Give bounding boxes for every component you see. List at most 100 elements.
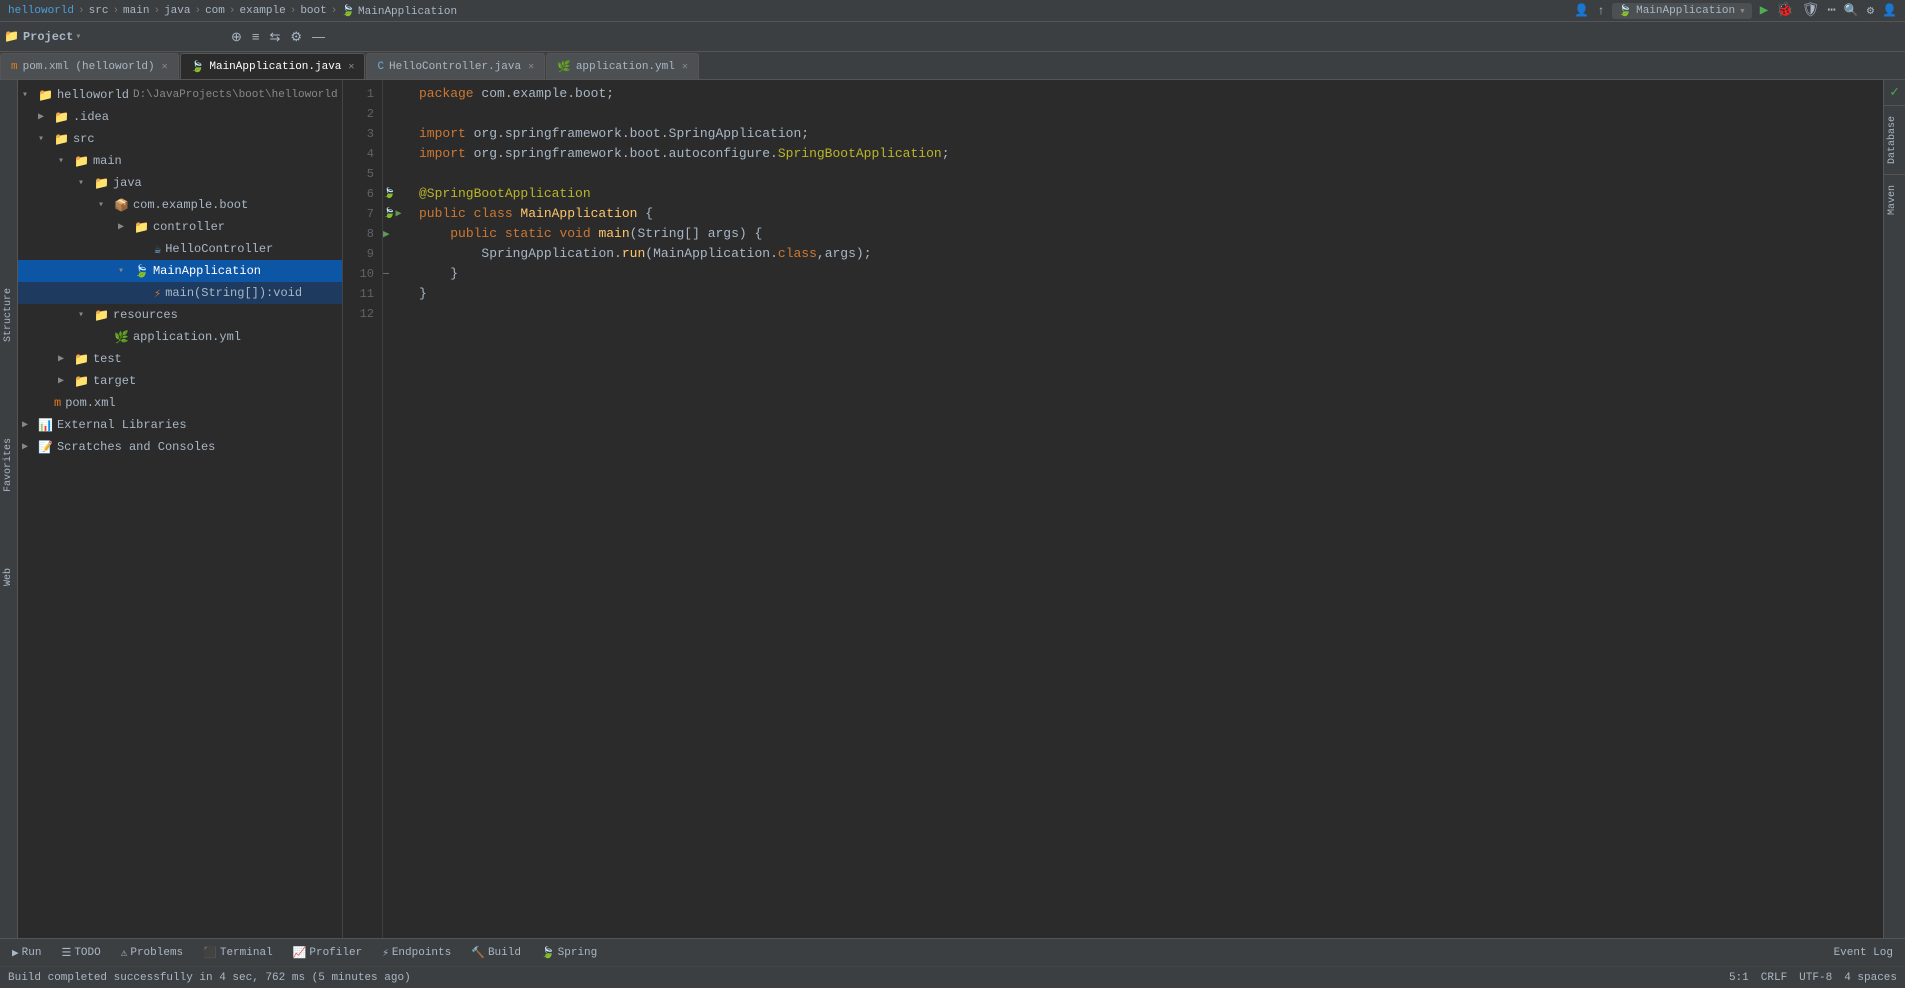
- run-gutter-6[interactable]: 🍃: [383, 184, 403, 204]
- spring-button[interactable]: 🍃 Spring: [537, 944, 601, 962]
- breadcrumb-src[interactable]: src: [89, 5, 109, 17]
- vcs-icon[interactable]: ↑: [1597, 4, 1604, 18]
- tree-item-test[interactable]: ▶ 📁 test: [18, 348, 342, 370]
- terminal-icon: ⬛: [203, 946, 217, 960]
- hello-tab-close[interactable]: ✕: [528, 61, 534, 73]
- collapse-all-button[interactable]: ≡: [248, 27, 264, 46]
- terminal-label: Terminal: [220, 947, 273, 959]
- tree-item-helloworld[interactable]: ▾ 📁 helloworld D:\JavaProjects\boot\hell…: [18, 84, 342, 106]
- tree-label-controller: controller: [153, 220, 225, 234]
- code-line-7: public class MainApplication {: [419, 204, 1883, 224]
- tree-label-main: main: [93, 154, 122, 168]
- run-gutter-8[interactable]: ▶: [383, 224, 403, 244]
- user-icon[interactable]: 👤: [1574, 3, 1589, 18]
- tree-item-src[interactable]: ▾ 📁 src: [18, 128, 342, 150]
- arrow-scratches: ▶: [22, 441, 38, 453]
- more-run-icon[interactable]: ⋯: [1827, 2, 1835, 19]
- code-line-1: package com.example.boot;: [419, 84, 1883, 104]
- top-bar: helloworld › src › main › java › com › e…: [0, 0, 1905, 22]
- profiler-label: Profiler: [309, 947, 362, 959]
- app-tab-label: application.yml: [576, 61, 675, 73]
- tree-item-hellocontroller[interactable]: ☕ HelloController: [18, 238, 342, 260]
- breadcrumb-com[interactable]: com: [205, 5, 225, 17]
- folder-controller-icon: 📁: [134, 220, 149, 235]
- database-tab[interactable]: Database: [1884, 105, 1905, 174]
- tree-item-main-method[interactable]: ⚡ main(String[]):void: [18, 282, 342, 304]
- build-button[interactable]: 🔨 Build: [467, 944, 525, 962]
- debug-button[interactable]: 🐞: [1776, 2, 1793, 19]
- tree-item-idea[interactable]: ▶ 📁 .idea: [18, 106, 342, 128]
- breadcrumb-boot[interactable]: boot: [300, 5, 326, 17]
- fold-button[interactable]: ⇆: [265, 27, 284, 47]
- search-button[interactable]: 🔍: [1844, 3, 1859, 18]
- profiler-button[interactable]: 📈 Profiler: [289, 944, 367, 962]
- problems-label: Problems: [130, 947, 183, 959]
- tree-item-package[interactable]: ▾ 📦 com.example.boot: [18, 194, 342, 216]
- tree-label-idea: .idea: [73, 110, 109, 124]
- web-tab[interactable]: Web: [1, 560, 16, 594]
- tree-item-resources[interactable]: ▾ 📁 resources: [18, 304, 342, 326]
- folder-src-icon: 📁: [54, 132, 69, 147]
- main-tab-icon: 🍃: [191, 60, 205, 74]
- structure-tab[interactable]: Structure: [1, 280, 16, 350]
- tree-item-mainapplication[interactable]: ▾ 🍃 MainApplication: [18, 260, 342, 282]
- tab-pom[interactable]: m pom.xml (helloworld) ✕: [0, 53, 179, 79]
- problems-button[interactable]: ⚠ Problems: [117, 944, 187, 962]
- left-side-panel: Structure Favorites Web: [0, 80, 18, 938]
- project-dropdown-icon[interactable]: ▾: [75, 31, 81, 43]
- app-tab-close[interactable]: ✕: [682, 61, 688, 73]
- indent-setting[interactable]: 4 spaces: [1844, 972, 1897, 984]
- breadcrumb-main[interactable]: main: [123, 5, 149, 17]
- coverage-button[interactable]: 🛡: [1802, 2, 1820, 19]
- tree-item-extlibs[interactable]: ▶ 📊 External Libraries: [18, 414, 342, 436]
- tree-item-target[interactable]: ▶ 📁 target: [18, 370, 342, 392]
- run-button[interactable]: ▶: [1760, 2, 1768, 19]
- endpoints-button[interactable]: ⚡ Endpoints: [378, 944, 455, 962]
- tree-label-test: test: [93, 352, 122, 366]
- run-config-selector[interactable]: 🍃 MainApplication ▾: [1612, 3, 1751, 19]
- tree-item-main[interactable]: ▾ 📁 main: [18, 150, 342, 172]
- event-log-button[interactable]: Event Log: [1830, 945, 1897, 961]
- tab-app[interactable]: 🌿 application.yml ✕: [546, 53, 699, 79]
- mainapplication-icon: 🍃: [134, 264, 149, 279]
- method-icon: ⚡: [154, 286, 161, 301]
- line-ending[interactable]: CRLF: [1761, 972, 1787, 984]
- main-tab-close[interactable]: ✕: [348, 61, 354, 73]
- code-content[interactable]: package com.example.boot; import org.spr…: [403, 80, 1883, 938]
- favorites-tab[interactable]: Favorites: [1, 430, 16, 500]
- tree-item-scratches[interactable]: ▶ 📝 Scratches and Consoles: [18, 436, 342, 458]
- tree-item-controller[interactable]: ▶ 📁 controller: [18, 216, 342, 238]
- tab-hello[interactable]: C HelloController.java ✕: [366, 53, 545, 79]
- tree-label-resources: resources: [113, 308, 178, 322]
- settings-gear-button[interactable]: ⚙: [286, 27, 306, 47]
- tree-label-package: com.example.boot: [133, 198, 248, 212]
- run-gutter-7[interactable]: 🍃▶: [383, 204, 403, 224]
- todo-button[interactable]: ☰ TODO: [57, 944, 104, 962]
- cursor-position[interactable]: 5:1: [1729, 972, 1749, 984]
- folder-target-icon: 📁: [74, 374, 89, 389]
- minimize-button[interactable]: —: [308, 27, 329, 46]
- breadcrumb-java[interactable]: java: [164, 5, 190, 17]
- pom-tab-close[interactable]: ✕: [162, 61, 168, 73]
- arrow-helloworld: ▾: [22, 89, 38, 101]
- breadcrumb-example[interactable]: example: [240, 5, 286, 17]
- settings-button[interactable]: ⚙: [1867, 3, 1874, 18]
- fold-gutter-10[interactable]: —: [383, 264, 403, 284]
- charset[interactable]: UTF-8: [1799, 972, 1832, 984]
- account-button[interactable]: 👤: [1882, 3, 1897, 18]
- tree-item-java[interactable]: ▾ 📁 java: [18, 172, 342, 194]
- tree-label-pomxml: pom.xml: [65, 396, 115, 410]
- terminal-button[interactable]: ⬛ Terminal: [199, 944, 277, 962]
- maven-tab[interactable]: Maven: [1884, 174, 1905, 225]
- breadcrumb-helloworld[interactable]: helloworld: [8, 5, 74, 17]
- tab-main[interactable]: 🍃 MainApplication.java ✕: [180, 53, 366, 79]
- toolbar: 📁 Project ▾ ⊕ ≡ ⇆ ⚙ —: [0, 22, 1905, 52]
- arrow-test: ▶: [58, 353, 74, 365]
- tree-item-applicationyml[interactable]: 🌿 application.yml: [18, 326, 342, 348]
- code-line-8: public static void main(String[] args) {: [419, 224, 1883, 244]
- problems-icon: ⚠: [121, 946, 128, 960]
- new-file-button[interactable]: ⊕: [227, 27, 246, 47]
- tree-label-helloworld: helloworld: [57, 88, 129, 102]
- tree-item-pomxml[interactable]: m pom.xml: [18, 392, 342, 414]
- run-button-bottom[interactable]: ▶ Run: [8, 944, 45, 962]
